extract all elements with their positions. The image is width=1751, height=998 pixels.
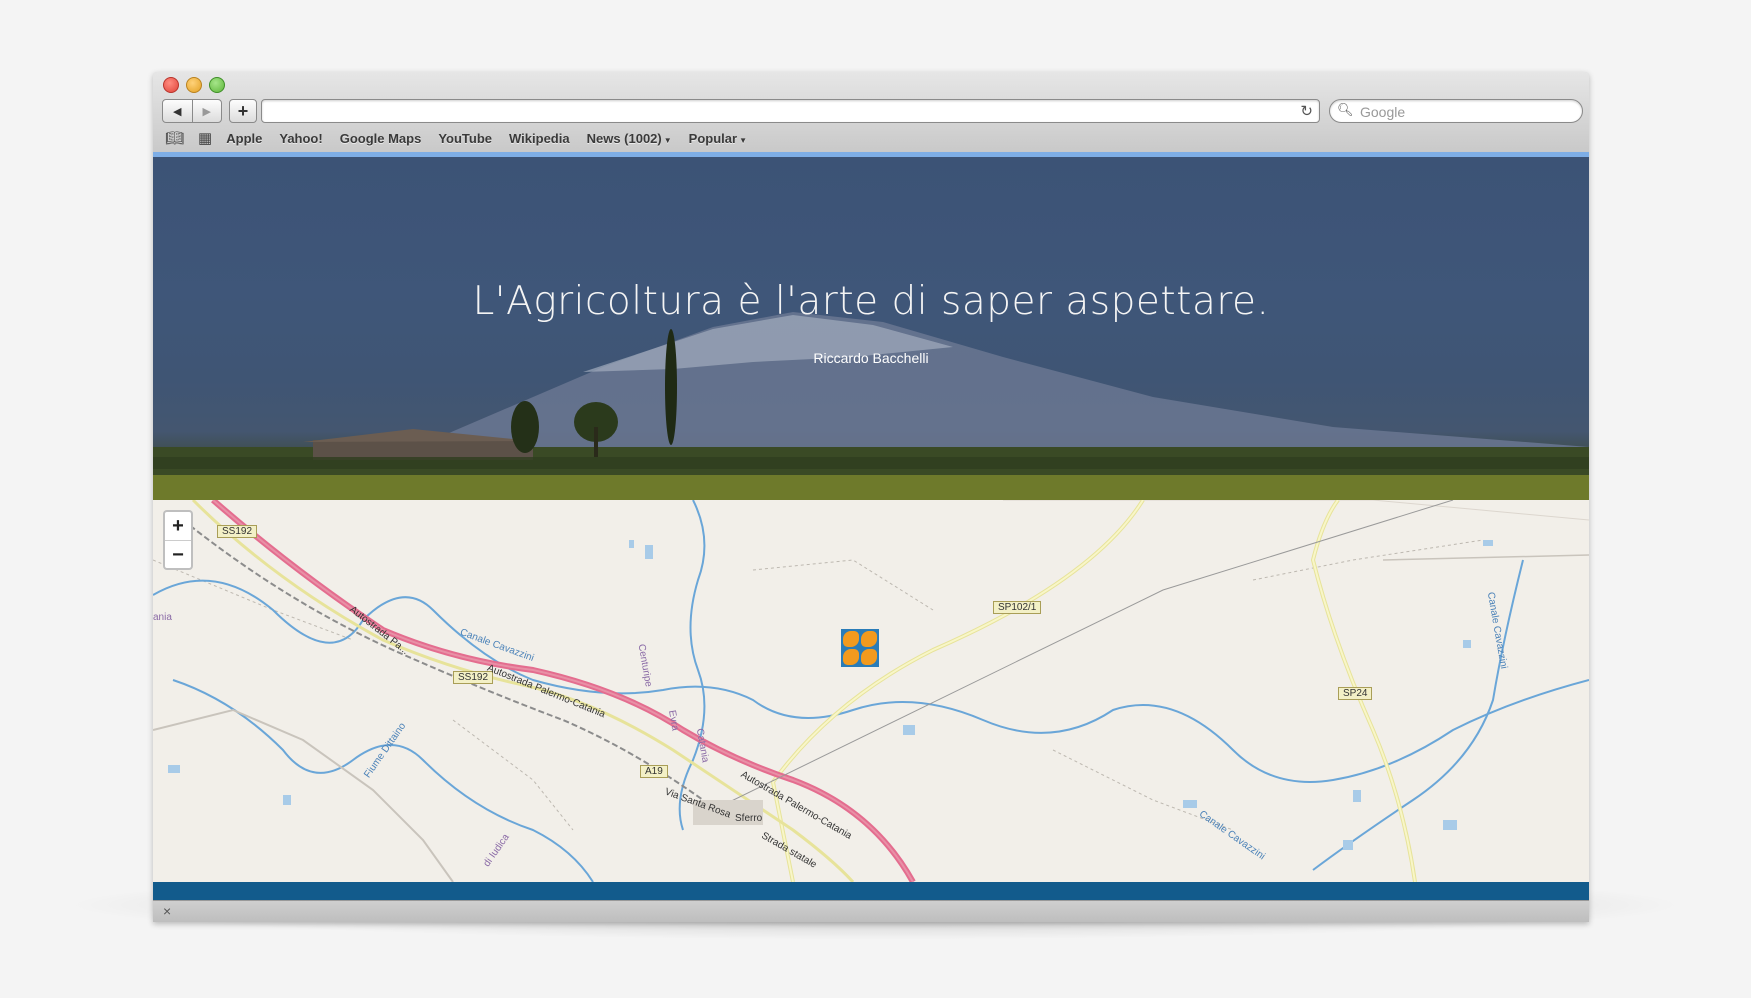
road-shield-ss192: SS192 [217, 525, 258, 538]
address-bar[interactable]: ↻ [261, 99, 1320, 123]
zoom-window-button[interactable] [209, 77, 225, 93]
reading-list-icon[interactable]: 📖︎ [165, 129, 184, 147]
road-shield-sp24: SP24 [1338, 687, 1373, 700]
search-field[interactable]: 🔍︎ Google [1329, 99, 1583, 123]
search-icon: 🔍︎ [1337, 102, 1354, 117]
bookmark-popular-folder[interactable]: Popular ▼ [689, 131, 747, 146]
bookmark-google-maps[interactable]: Google Maps [340, 131, 422, 146]
page-footer-band [153, 882, 1589, 900]
road-shield-a19: A19 [640, 765, 668, 778]
map-label-sferro: Sferro [735, 813, 763, 824]
close-status-icon[interactable]: × [163, 903, 171, 919]
map-tiles [153, 500, 1589, 882]
hero-banner: L'Agricoltura è l'arte di saper aspettar… [153, 157, 1589, 500]
browser-toolbar: ◀ ▶ + ↻ 🔍︎ Google 📖︎ ▦ Apple Yahoo! Goog… [153, 72, 1589, 153]
add-bookmark-button[interactable]: + [229, 99, 257, 123]
dropdown-arrow-icon: ▼ [739, 135, 747, 145]
bookmark-youtube[interactable]: YouTube [438, 131, 492, 146]
map-zoom-control: + − [163, 510, 193, 570]
zoom-out-button[interactable]: − [165, 540, 191, 569]
hero-landscape-image [153, 312, 1589, 500]
close-window-button[interactable] [163, 77, 179, 93]
forward-arrow-icon: ▶ [202, 105, 211, 118]
search-placeholder: Google [1360, 104, 1406, 120]
browser-window: ◀ ▶ + ↻ 🔍︎ Google 📖︎ ▦ Apple Yahoo! Goog… [153, 72, 1589, 922]
bookmarks-bar: 📖︎ ▦ Apple Yahoo! Google Maps YouTube Wi… [165, 128, 764, 148]
nav-buttons: ◀ ▶ [162, 99, 222, 123]
back-arrow-icon: ◀ [173, 105, 182, 118]
forward-button[interactable]: ▶ [191, 100, 222, 122]
bookmark-wikipedia[interactable]: Wikipedia [509, 131, 570, 146]
bookmark-popular-label: Popular [688, 130, 738, 146]
road-shield-sp102: SP102/1 [993, 601, 1042, 614]
top-sites-grid-icon[interactable]: ▦ [198, 129, 212, 147]
dropdown-arrow-icon: ▼ [663, 135, 672, 145]
plus-icon: + [237, 101, 249, 121]
hero-quote-author: Riccardo Bacchelli [813, 350, 929, 366]
bookmark-yahoo[interactable]: Yahoo! [279, 131, 322, 146]
marker-logo-part [861, 631, 877, 647]
hero-quote: L'Agricoltura è l'arte di saper aspettar… [472, 279, 1270, 324]
marker-logo-part [843, 631, 859, 647]
marker-logo-part [861, 649, 877, 665]
location-marker[interactable] [841, 629, 879, 667]
minimize-window-button[interactable] [186, 77, 202, 93]
map-view[interactable]: + − SS192 SS192 SP102/1 SP24 A19 Autostr… [153, 500, 1589, 882]
zoom-in-button[interactable]: + [165, 512, 191, 540]
map-label-ania: ania [153, 612, 172, 623]
browser-status-bar: × [153, 900, 1589, 922]
bookmark-apple[interactable]: Apple [226, 131, 262, 146]
marker-logo-part [843, 649, 859, 665]
bookmark-news-label: News (1002) [586, 130, 662, 146]
back-button[interactable]: ◀ [163, 100, 192, 122]
reload-icon[interactable]: ↻ [1300, 102, 1313, 120]
bookmark-news-folder[interactable]: News (1002) ▼ [587, 131, 672, 146]
